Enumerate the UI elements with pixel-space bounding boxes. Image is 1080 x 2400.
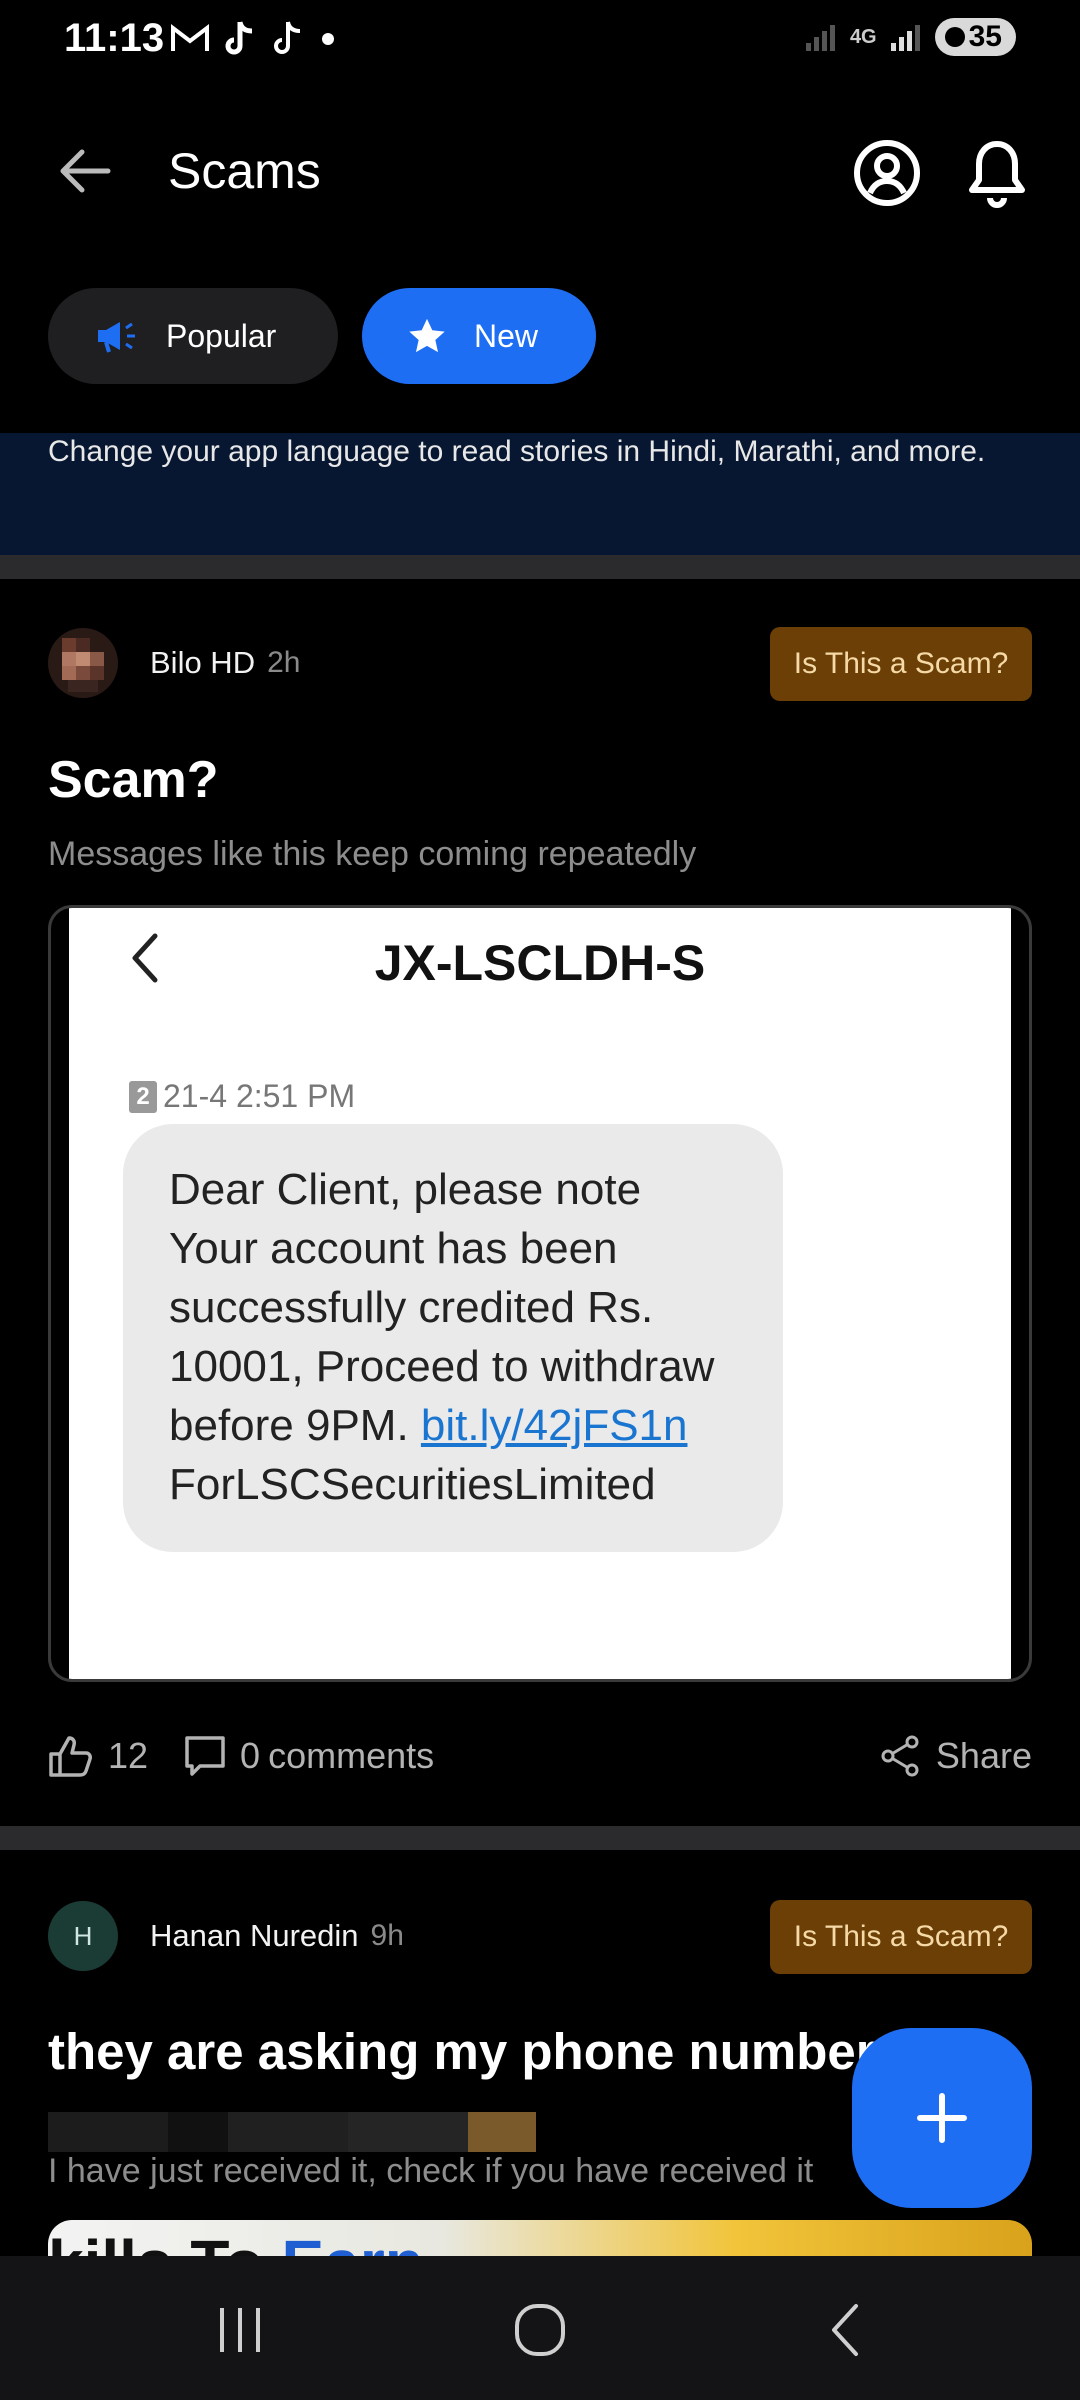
megaphone-icon bbox=[98, 322, 135, 353]
tab-label: Popular bbox=[166, 317, 277, 354]
thumbs-up-icon bbox=[49, 1736, 92, 1777]
redacted-content bbox=[48, 2112, 536, 2152]
gmail-icon bbox=[171, 23, 209, 51]
tab-popular[interactable]: Popular bbox=[48, 288, 338, 384]
comment-icon bbox=[185, 1736, 225, 1776]
star-icon bbox=[409, 318, 445, 353]
sms-sender: JX-LSCLDH-S bbox=[374, 935, 706, 991]
status-bar: 11:13 4G 35 bbox=[0, 0, 1080, 80]
page-title: Scams bbox=[168, 143, 321, 199]
create-post-button[interactable] bbox=[852, 2028, 1032, 2208]
post-title[interactable]: they are asking my phone number bbox=[48, 2022, 876, 2081]
more-notifications-dot-icon bbox=[322, 33, 334, 45]
share-label: Share bbox=[935, 1735, 1032, 1776]
notification-icons bbox=[170, 20, 336, 58]
sms-date: 21-4 2:51 PM bbox=[163, 1078, 356, 1114]
avatar[interactable] bbox=[48, 628, 118, 698]
home-icon[interactable] bbox=[500, 2300, 580, 2360]
is-this-a-scam-button[interactable]: Is This a Scam? bbox=[770, 627, 1032, 701]
comment-count: 0 bbox=[240, 1735, 261, 1776]
tab-label: New bbox=[473, 317, 538, 354]
back-icon[interactable] bbox=[806, 2300, 886, 2360]
sms-screenshot: JX-LSCLDH-S 2 21-4 2:51 PM Dear Client, … bbox=[69, 908, 1011, 1679]
share-icon bbox=[881, 1735, 919, 1777]
battery-indicator: 35 bbox=[934, 18, 1016, 56]
comments-label: comments bbox=[268, 1735, 435, 1776]
signal-icon bbox=[805, 25, 835, 51]
post-time: 9h bbox=[370, 1919, 404, 1952]
like-button[interactable]: 12 bbox=[48, 1734, 148, 1778]
section-divider bbox=[0, 555, 1080, 579]
bell-icon[interactable] bbox=[960, 136, 1034, 210]
tab-new[interactable]: New bbox=[362, 288, 596, 384]
profile-icon[interactable] bbox=[850, 136, 924, 210]
section-divider bbox=[0, 1826, 1080, 1850]
avatar[interactable]: H bbox=[48, 1901, 118, 1971]
author-name[interactable]: Bilo HD bbox=[150, 645, 255, 681]
sms-message-signature: ForLSCSecuritiesLimited bbox=[169, 1460, 656, 1509]
post-description[interactable]: I have just received it, check if you ha… bbox=[48, 2152, 878, 2191]
share-button[interactable]: Share bbox=[880, 1728, 1032, 1784]
post-author-row: Bilo HD 2h bbox=[48, 628, 300, 698]
sms-link: bit.ly/42jFS1n bbox=[420, 1401, 688, 1450]
sms-date-row: 2 21-4 2:51 PM bbox=[129, 1078, 355, 1115]
post-title[interactable]: Scam? bbox=[48, 750, 219, 810]
network-type: 4G bbox=[849, 25, 877, 48]
like-count: 12 bbox=[108, 1735, 149, 1776]
battery-level: 35 bbox=[968, 20, 1002, 53]
battery-saver-icon bbox=[944, 27, 965, 47]
language-banner[interactable]: Change your app language to read stories… bbox=[0, 433, 1080, 555]
plus-icon bbox=[917, 2093, 967, 2143]
post-author-row: H Hanan Nuredin 9h bbox=[48, 1901, 404, 1971]
post-image[interactable]: JX-LSCLDH-S 2 21-4 2:51 PM Dear Client, … bbox=[48, 905, 1032, 1682]
tiktok-icon bbox=[225, 21, 253, 55]
tiktok-icon-2 bbox=[274, 21, 301, 54]
feed-tabs: Popular New bbox=[48, 288, 596, 384]
app-header: Scams bbox=[0, 120, 1080, 220]
sms-message-bubble: Dear Client, please note Your account ha… bbox=[123, 1124, 783, 1552]
signal-icon-2 bbox=[890, 25, 920, 51]
sim-icon: 2 bbox=[129, 1080, 157, 1113]
post-description[interactable]: Messages like this keep coming repeatedl… bbox=[48, 835, 696, 874]
is-this-a-scam-button[interactable]: Is This a Scam? bbox=[770, 1900, 1032, 1974]
back-arrow-icon[interactable] bbox=[50, 136, 120, 206]
comments-button[interactable]: 0 comments bbox=[184, 1735, 434, 1777]
banner-text: Change your app language to read stories… bbox=[48, 435, 986, 468]
status-time: 11:13 bbox=[64, 16, 165, 60]
author-name[interactable]: Hanan Nuredin bbox=[150, 1918, 359, 1954]
system-nav-bar bbox=[0, 2256, 1080, 2400]
post-time: 2h bbox=[267, 646, 301, 679]
post-actions: 12 0 comments Share bbox=[48, 1728, 1032, 1784]
recent-apps-icon[interactable] bbox=[200, 2300, 280, 2360]
